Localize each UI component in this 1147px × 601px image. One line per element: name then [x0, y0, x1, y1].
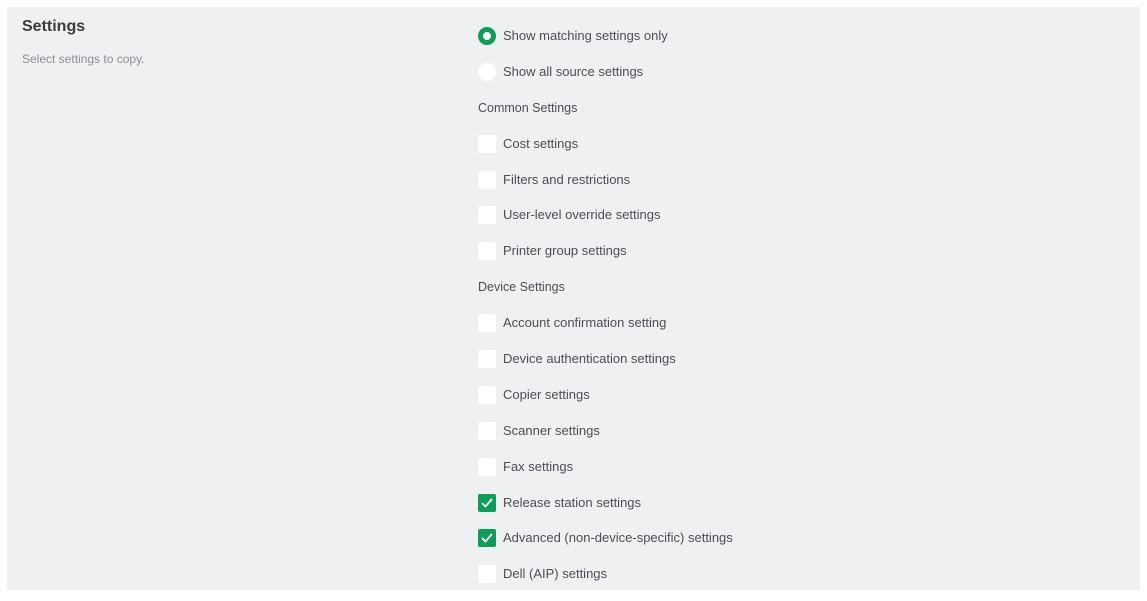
checkmark-icon [481, 498, 493, 507]
page-subtitle: Select settings to copy. [22, 52, 145, 66]
radio-button[interactable] [478, 62, 496, 81]
settings-header: Settings Select settings to copy. [22, 17, 145, 67]
checkbox-row-user-level-override-settings[interactable]: User-level override settings [478, 206, 1128, 225]
checkbox[interactable] [478, 350, 496, 369]
common-settings-heading: Common Settings [478, 100, 578, 115]
checkbox-label: Advanced (non-device-specific) settings [503, 530, 733, 546]
checkbox[interactable] [478, 170, 496, 189]
checkbox-label: Account confirmation setting [503, 315, 667, 331]
checkbox-label: Cost settings [503, 135, 579, 151]
checkbox-row-filters-and-restrictions[interactable]: Filters and restrictions [478, 170, 1128, 189]
checkbox-row-device-authentication-settings[interactable]: Device authentication settings [478, 350, 1128, 369]
checkbox-row-scanner-settings[interactable]: Scanner settings [478, 421, 1128, 440]
radio-button[interactable] [478, 27, 496, 45]
common-settings-list: Cost settings Filters and restrictions Use… [478, 134, 1128, 261]
checkbox-label: Device authentication settings [503, 351, 676, 367]
checkbox-row-printer-group-settings[interactable]: Printer group settings [478, 242, 1128, 261]
checkbox-label: Fax settings [503, 458, 574, 474]
checkbox[interactable] [478, 493, 496, 512]
radio-show-all[interactable]: Show all source settings [478, 62, 1128, 81]
checkbox[interactable] [478, 421, 496, 440]
checkbox-label: Scanner settings [503, 422, 600, 438]
checkbox[interactable] [478, 134, 496, 153]
device-settings-heading: Device Settings [478, 280, 565, 295]
radio-label: Show matching settings only [503, 28, 668, 43]
checkbox[interactable] [478, 529, 496, 548]
checkbox-row-copier-settings[interactable]: Copier settings [478, 385, 1128, 404]
checkbox-row-cost-settings[interactable]: Cost settings [478, 134, 1128, 153]
checkbox[interactable] [478, 242, 496, 261]
checkbox[interactable] [478, 565, 496, 584]
checkbox-label: Release station settings [503, 494, 642, 510]
checkbox[interactable] [478, 206, 496, 225]
radio-label: Show all source settings [503, 63, 644, 79]
checkbox-row-account-confirmation-setting[interactable]: Account confirmation setting [478, 314, 1128, 333]
checkbox-label: Copier settings [503, 386, 590, 402]
device-settings-list: Account confirmation setting Device authe… [478, 314, 1128, 584]
checkbox[interactable] [478, 385, 496, 404]
checkbox[interactable] [478, 314, 496, 333]
checkbox-label: Dell (AIP) settings [503, 566, 608, 582]
checkbox[interactable] [478, 457, 496, 476]
settings-panel: Settings Select settings to copy. Show m… [7, 7, 1140, 590]
checkbox-row-dell-aip-settings[interactable]: Dell (AIP) settings [478, 565, 1128, 584]
checkbox-label: Filters and restrictions [503, 171, 631, 187]
checkbox-row-advanced-non-device-specific-settings[interactable]: Advanced (non-device-specific) settings [478, 529, 1128, 548]
checkbox-label: User-level override settings [503, 207, 661, 223]
checkbox-label: Printer group settings [503, 243, 627, 259]
page-title: Settings [22, 18, 86, 35]
checkmark-icon [481, 534, 493, 543]
settings-options: Show matching settings only Show all sou… [478, 27, 1128, 601]
checkbox-row-release-station-settings[interactable]: Release station settings [478, 493, 1128, 512]
checkbox-row-fax-settings[interactable]: Fax settings [478, 457, 1128, 476]
radio-show-matching[interactable]: Show matching settings only [478, 27, 1128, 45]
